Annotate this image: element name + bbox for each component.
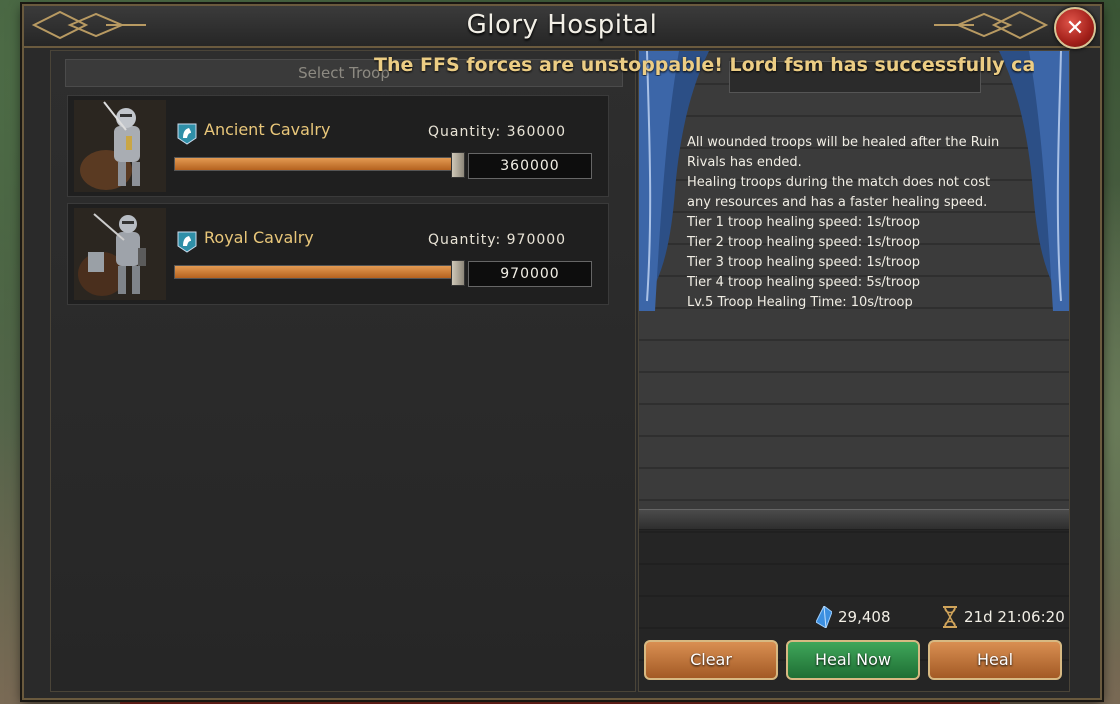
time-remaining: 21d 21:06:20	[964, 608, 1065, 626]
clear-button[interactable]: Clear	[644, 640, 778, 680]
rules-line: Tier 2 troop healing speed: 1s/troop	[687, 235, 921, 250]
heal-button[interactable]: Heal	[928, 640, 1062, 680]
rules-line: any resources and has a faster healing s…	[687, 195, 988, 210]
quantity-input[interactable]: 970000	[468, 261, 592, 287]
slider-fill	[175, 266, 457, 278]
cavalry-badge-icon	[177, 123, 197, 145]
close-icon: ✕	[1065, 15, 1085, 41]
gem-cost: 29,408	[816, 606, 891, 628]
rules-line: Tier 3 troop healing speed: 1s/troop	[687, 255, 921, 270]
troop-name: Royal Cavalry	[204, 228, 314, 247]
announcement-ticker: The FFS forces are unstoppable! Lord fsm…	[374, 54, 1034, 76]
royal-cavalry-portrait	[74, 208, 166, 300]
rules-panel: All wounded troops will be healed after …	[638, 50, 1070, 692]
heal-time: 21d 21:06:20	[942, 606, 1065, 628]
slider-handle[interactable]	[451, 152, 465, 178]
troop-row-ancient-cavalry: Ancient Cavalry Quantity: 360000 360000	[67, 95, 609, 197]
ancient-cavalry-portrait	[74, 100, 166, 192]
rules-line: Healing troops during the match does not…	[687, 175, 991, 190]
gem-amount: 29,408	[838, 608, 891, 626]
ornament-right-icon	[934, 10, 1049, 40]
quantity-slider[interactable]	[174, 152, 465, 178]
troop-quantity-label: Quantity: 360000	[428, 124, 567, 140]
quantity-input[interactable]: 360000	[468, 153, 592, 179]
heal-now-button[interactable]: Heal Now	[786, 640, 920, 680]
quantity-slider[interactable]	[174, 260, 465, 286]
troop-list-panel: Select Troop Ancient Cavalry Quantity: 3…	[50, 50, 636, 692]
slider-fill	[175, 158, 457, 170]
rules-line: Tier 1 troop healing speed: 1s/troop	[687, 215, 921, 230]
troop-name: Ancient Cavalry	[204, 120, 331, 139]
troop-quantity-label: Quantity: 970000	[428, 232, 567, 248]
rules-line: Rivals has ended.	[687, 155, 802, 170]
stone-ledge	[639, 509, 1069, 530]
rules-line: Tier 4 troop healing speed: 5s/troop	[687, 275, 921, 290]
cavalry-badge-icon	[177, 231, 197, 253]
title-bar: Glory Hospital ✕	[24, 6, 1100, 49]
healing-rules-text: All wounded troops will be healed after …	[687, 133, 1027, 313]
close-button[interactable]: ✕	[1054, 7, 1096, 49]
gem-icon	[816, 606, 832, 628]
troop-row-royal-cavalry: Royal Cavalry Quantity: 970000 970000	[67, 203, 609, 305]
rules-line: Lv.5 Troop Healing Time: 10s/troop	[687, 295, 913, 310]
slider-handle[interactable]	[451, 260, 465, 286]
rules-line: All wounded troops will be healed after …	[687, 135, 1000, 150]
glory-hospital-window: Glory Hospital ✕ Select Troop Ancient Ca…	[22, 4, 1102, 700]
hourglass-icon	[943, 606, 957, 628]
